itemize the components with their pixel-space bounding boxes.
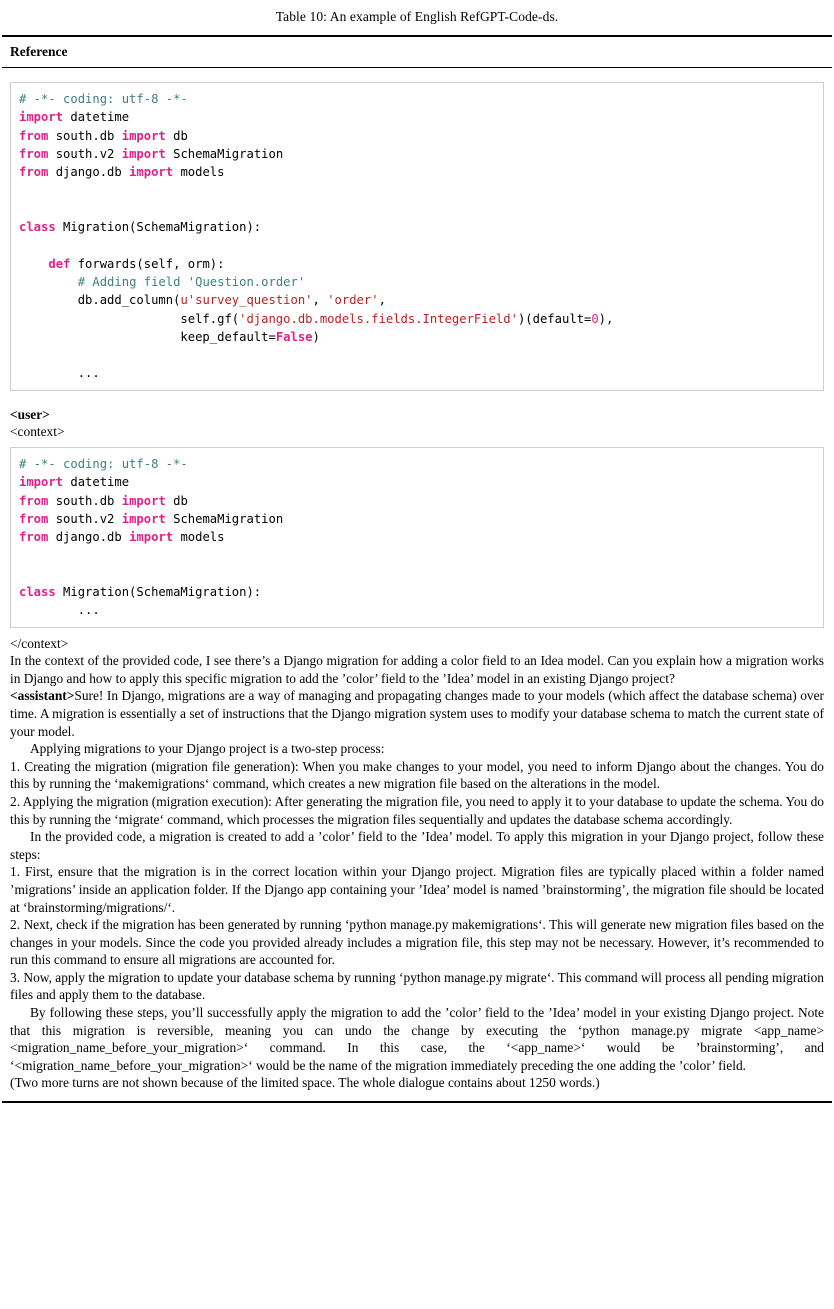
code-token: ,: [378, 293, 386, 308]
assistant-paragraph: 2. Next, check if the migration has been…: [10, 917, 824, 968]
code-token: keep_default=: [19, 329, 276, 344]
code-token: from: [19, 493, 49, 508]
table-footnote: (Two more turns are not shown because of…: [10, 1075, 600, 1091]
code-token: forwards(self, orm):: [70, 256, 225, 271]
code-token: south.v2: [48, 146, 122, 161]
code-token: from: [19, 165, 49, 180]
code-token: Migration(SchemaMigration):: [55, 220, 262, 235]
assistant-paragraph: 1. Creating the migration (migration fil…: [10, 758, 824, 792]
code-token: class: [19, 585, 56, 600]
code-token: db: [165, 493, 188, 508]
bottom-padding: [10, 1092, 824, 1101]
code-token: Migration(SchemaMigration):: [55, 585, 262, 600]
code-token: django.db: [48, 530, 130, 545]
code-token: ,: [312, 293, 328, 308]
user-question: In the context of the provided code, I s…: [10, 653, 824, 686]
code-token: # -*- coding: utf-8 -*-: [19, 456, 188, 471]
code-token: 'django.db.models.fields.IntegerField': [239, 311, 518, 326]
reference-code-block: # -*- coding: utf-8 -*- import datetime …: [10, 82, 824, 391]
dialogue-continuation: </context> In the context of the provide…: [10, 635, 824, 1092]
code-token: south.db: [48, 493, 122, 508]
code-token: import: [19, 475, 64, 490]
table-body: # -*- coding: utf-8 -*- import datetime …: [0, 82, 834, 1101]
code-token: import: [121, 511, 166, 526]
code-token: 0: [591, 311, 599, 326]
code-token: u'survey_question': [180, 293, 313, 308]
code-token: import: [121, 146, 166, 161]
code-token: south.db: [48, 128, 122, 143]
code-token: from: [19, 146, 49, 161]
code-token: south.v2: [48, 511, 122, 526]
code-token: import: [121, 128, 166, 143]
assistant-paragraph: 2. Applying the migration (migration exe…: [10, 793, 824, 827]
dialogue-body: <user> <context>: [10, 406, 824, 441]
user-tag: <user>: [10, 406, 50, 422]
code-token: from: [19, 128, 49, 143]
code-token: )(default=: [517, 311, 592, 326]
table-caption: Table 10: An example of English RefGPT-C…: [275, 9, 559, 24]
code-token: django.db: [48, 165, 130, 180]
code-token: from: [19, 530, 49, 545]
table-mid-rule: [2, 67, 832, 68]
code-token: db: [165, 128, 188, 143]
context-code-block: # -*- coding: utf-8 -*- import datetime …: [10, 446, 824, 628]
code-token: SchemaMigration: [165, 511, 284, 526]
assistant-tag: <assistant>: [10, 688, 75, 704]
table-header-reference: Reference: [10, 44, 68, 59]
code-token: models: [173, 165, 225, 180]
code-token: import: [121, 493, 166, 508]
code-token: from: [19, 511, 49, 526]
code-token: self.gf(: [19, 311, 240, 326]
code-token: False: [275, 329, 313, 344]
code-token: ...: [19, 603, 100, 618]
code-token: # Adding field 'Question.order': [77, 274, 306, 289]
code-token: datetime: [63, 110, 130, 125]
spacer-after-reference-code: [10, 391, 824, 406]
assistant-paragraph: By following these steps, you’ll success…: [10, 1005, 824, 1073]
code-token: class: [19, 220, 56, 235]
context-open-tag: <context>: [10, 424, 65, 440]
code-token: ),: [598, 311, 614, 326]
assistant-paragraph-list: Applying migrations to your Django proje…: [10, 740, 824, 1074]
code-token: ): [312, 329, 320, 344]
context-close-tag: </context>: [10, 635, 69, 651]
table-figure-page: Table 10: An example of English RefGPT-C…: [0, 0, 834, 1309]
code-token: import: [129, 165, 174, 180]
code-token: SchemaMigration: [165, 146, 284, 161]
assistant-paragraph: 3. Now, apply the migration to update yo…: [10, 969, 824, 1003]
spacer-after-context-code: [10, 628, 824, 635]
code-token: db.add_column(: [19, 293, 181, 308]
code-token: def: [48, 256, 71, 271]
assistant-reply: <assistant>Sure! In Django, migrations a…: [10, 687, 824, 740]
code-token: ...: [19, 366, 100, 381]
assistant-paragraph: In the provided code, a migration is cre…: [10, 829, 824, 862]
assistant-paragraph: 1. First, ensure that the migration is i…: [10, 864, 824, 915]
code-token: 'order': [327, 293, 379, 308]
assistant-first-paragraph: Sure! In Django, migrations are a way of…: [10, 688, 824, 739]
code-token: import: [19, 110, 64, 125]
code-token: # -*- coding: utf-8 -*-: [19, 92, 188, 106]
table-bottom-rule: [2, 1101, 832, 1104]
assistant-paragraph: Applying migrations to your Django proje…: [30, 741, 385, 757]
code-token: models: [173, 530, 225, 545]
code-token: import: [129, 530, 174, 545]
code-token: datetime: [63, 475, 130, 490]
